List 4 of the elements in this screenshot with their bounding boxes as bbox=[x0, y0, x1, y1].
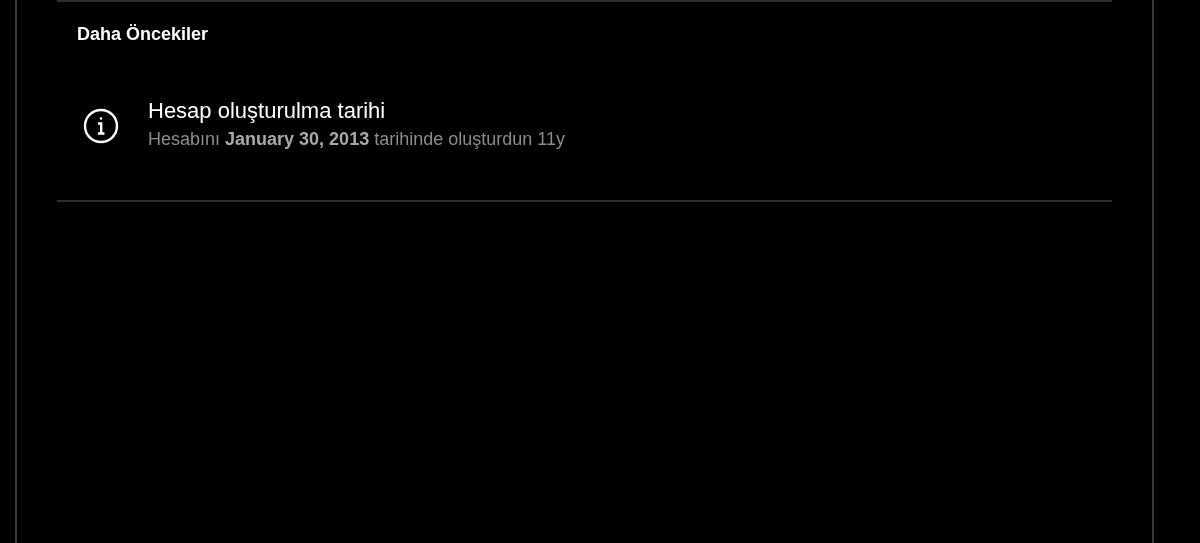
item-description: Hesabını January 30, 2013 tarihinde oluşturdun 11y bbox=[148, 128, 565, 151]
section-heading: Daha Öncekiler bbox=[77, 23, 210, 46]
item-title: Hesap oluşturulma tarihi bbox=[148, 97, 387, 125]
info-icon bbox=[83, 108, 119, 144]
